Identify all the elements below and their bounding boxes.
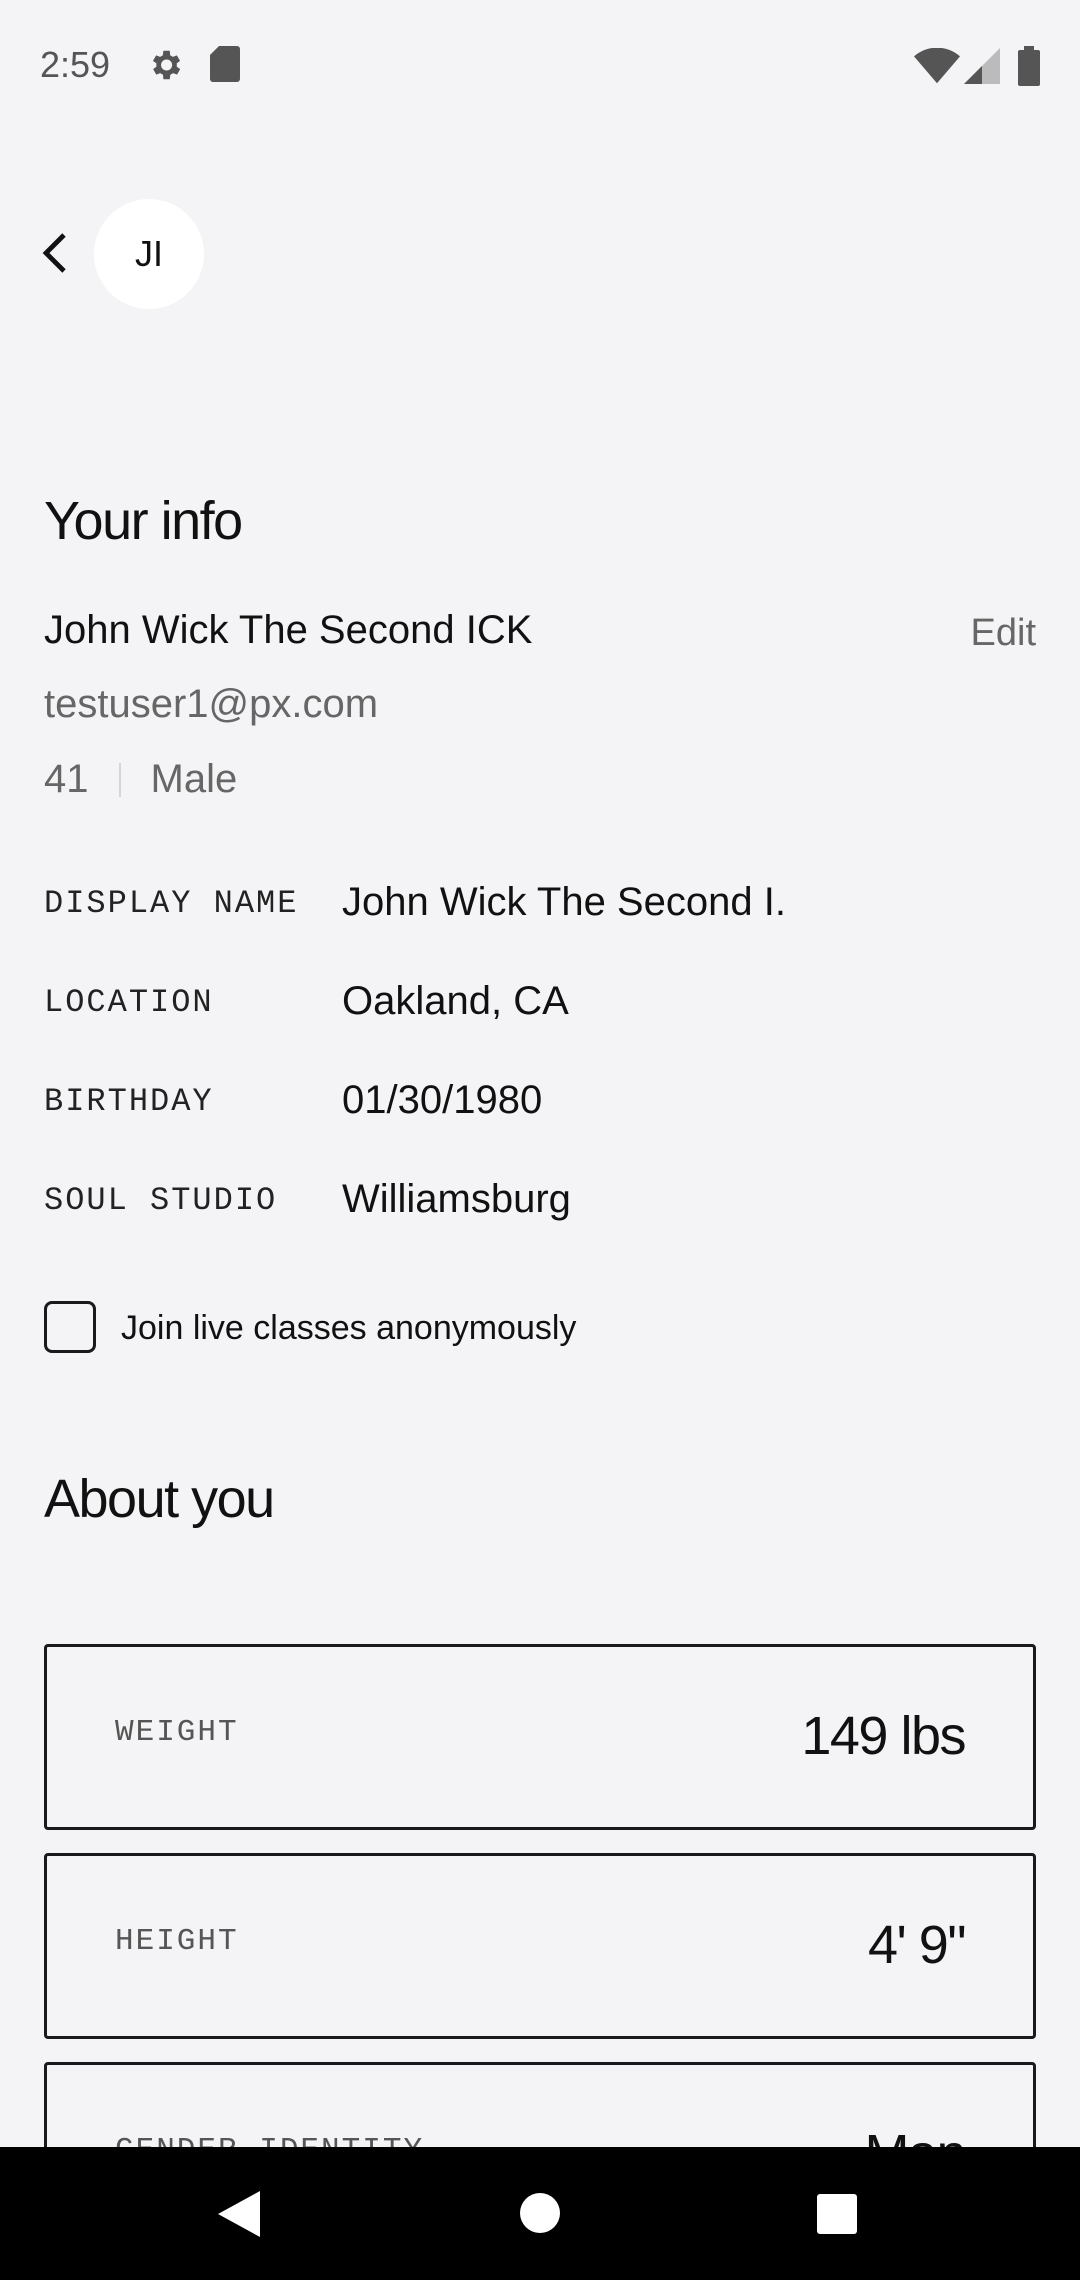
- height-value: 4' 9": [867, 1915, 967, 1975]
- birthday-label: BIRTHDAY: [44, 1083, 214, 1120]
- display-name-value: John Wick The Second I.: [342, 880, 786, 924]
- birthday-value: 01/30/1980: [342, 1078, 543, 1122]
- avatar-initials: JI: [134, 233, 163, 274]
- location-label: LOCATION: [44, 984, 214, 1021]
- height-label: HEIGHT: [115, 1924, 239, 1959]
- height-card[interactable]: HEIGHT 4' 9": [44, 1853, 1036, 2039]
- gender: Male: [150, 757, 238, 801]
- display-name-label: DISPLAY NAME: [44, 885, 299, 922]
- sd-card-icon: [210, 46, 240, 87]
- weight-value: 149 lbs: [801, 1706, 966, 1766]
- edit-button[interactable]: Edit: [971, 612, 1036, 655]
- email: testuser1@px.com: [44, 682, 379, 726]
- nav-back-icon[interactable]: [218, 2191, 260, 2242]
- chevron-left-icon: [42, 232, 68, 278]
- location-value: Oakland, CA: [342, 979, 569, 1023]
- weight-card[interactable]: WEIGHT 149 lbs: [44, 1644, 1036, 1830]
- wifi-icon: [914, 47, 960, 89]
- age-gender-row: 41 Male: [44, 757, 237, 802]
- system-nav-bar: [0, 2147, 1080, 2280]
- status-time: 2:59: [40, 44, 111, 85]
- cellular-signal-icon: [964, 48, 1000, 89]
- full-name: John Wick The Second ICK: [44, 608, 533, 652]
- divider: [118, 762, 121, 797]
- your-info-title: Your info: [44, 491, 243, 551]
- avatar[interactable]: JI: [94, 199, 204, 309]
- nav-home-icon[interactable]: [519, 2192, 561, 2239]
- soul-studio-value: Williamsburg: [342, 1177, 571, 1221]
- battery-icon: [1018, 46, 1040, 91]
- back-button[interactable]: [30, 220, 80, 290]
- weight-label: WEIGHT: [115, 1715, 239, 1750]
- about-you-title: About you: [44, 1469, 275, 1529]
- soul-studio-label: SOUL STUDIO: [44, 1182, 278, 1219]
- age: 41: [44, 757, 89, 801]
- anonymous-checkbox[interactable]: [44, 1301, 96, 1353]
- nav-recents-icon[interactable]: [817, 2194, 857, 2239]
- anonymous-checkbox-label[interactable]: Join live classes anonymously: [121, 1309, 576, 1348]
- gear-icon: [146, 46, 184, 89]
